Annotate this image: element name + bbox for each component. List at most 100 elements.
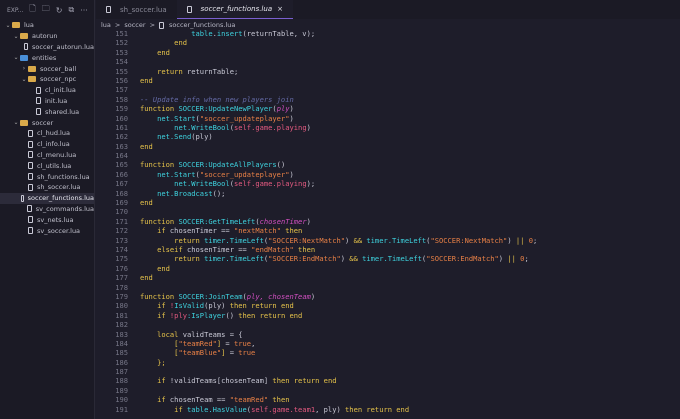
more-icon[interactable]: ··· [80, 6, 88, 15]
breadcrumb-item[interactable]: lua [101, 21, 111, 29]
code-line: 181 if !ply:IsPlayer() then return end [96, 311, 680, 320]
tree-item[interactable]: sh_functions.lua [0, 171, 94, 182]
line-number: 162 [115, 132, 128, 142]
code-token: table [191, 29, 213, 38]
code-line: 185 ["teamBlue"] = true [96, 348, 680, 357]
tree-item[interactable]: shared.lua [0, 106, 94, 117]
code-token: = [225, 348, 239, 358]
code-line: 183 local validTeams = { [96, 330, 680, 339]
tree-item[interactable]: soccer_functions.lua [0, 192, 94, 204]
tree-item-label: soccer_ball [40, 64, 77, 73]
tree-item[interactable]: ⌄ soccer [0, 117, 94, 128]
code-line: 151 table. insert (returnTable, v); [96, 29, 680, 38]
refresh-icon[interactable]: ↻ [56, 6, 63, 15]
code-line: 158 -- Update info when new players join [96, 95, 680, 104]
code-line: 174 elseif chosenTimer == "endMatch" the… [96, 245, 680, 254]
folder-icon [20, 33, 28, 40]
tree-item-label: entities [32, 53, 57, 62]
tree-item[interactable]: sv_nets.lua [0, 214, 94, 225]
code-line: 188 if !validTeams[chosenTeam] then retu… [96, 376, 680, 385]
code-token: elseif [157, 244, 183, 254]
collapse-icon[interactable]: ⧉ [68, 5, 74, 15]
code-token: insert [216, 29, 243, 38]
code-token: return [174, 235, 200, 245]
tree-item[interactable]: › soccer_ball [0, 63, 94, 74]
code-token: && [353, 235, 363, 245]
breadcrumb-item[interactable]: soccer_functions.lua [169, 21, 235, 29]
tree-item[interactable]: cl_init.lua [0, 85, 94, 96]
code-token: ); [306, 179, 316, 189]
chevron-down-icon: ⌄ [13, 32, 19, 40]
code-token: end [157, 47, 170, 57]
tree-item[interactable]: init.lua [0, 96, 94, 107]
close-icon[interactable]: × [277, 5, 283, 13]
code-token: table.HasValue [182, 404, 247, 414]
tab-bar: sh_soccer.lua soccer_functions.lua × [96, 0, 680, 19]
line-number: 165 [115, 160, 128, 170]
tree-item-label: sv_soccer.lua [37, 226, 81, 235]
tree-item[interactable]: cl_hud.lua [0, 128, 94, 139]
code-token: "teamBlue" [178, 348, 222, 358]
code-editor[interactable]: 151 table. insert (returnTable, v); 152 end… [96, 29, 680, 414]
code-line: 180 if ! IsValid (ply) then return end [96, 301, 680, 310]
new-folder-icon[interactable]: 🗀 [42, 3, 50, 17]
file-icon [28, 183, 33, 191]
tree-item[interactable]: ⌄ entities [0, 52, 94, 63]
code-line: 162 net.Send (ply) [96, 132, 680, 141]
code-token: (); [212, 188, 226, 198]
line-number: 188 [115, 376, 128, 386]
code-line: 156 end [96, 76, 680, 85]
tree-item[interactable]: ⌄ autorun [0, 31, 94, 42]
code-token: () [225, 310, 239, 320]
code-line: 168 net.Broadcast (); [96, 189, 680, 198]
tree-item-label: sv_commands.lua [35, 204, 94, 213]
line-number: 186 [115, 357, 128, 367]
code-token: }; [157, 357, 166, 367]
code-token: if [157, 395, 166, 405]
line-number: 156 [115, 75, 128, 85]
code-token: true [233, 338, 252, 348]
code-token: self.game.playing [233, 122, 307, 132]
tab-sh-soccer[interactable]: sh_soccer.lua [96, 0, 177, 19]
tree-item[interactable]: ⌄ lua [0, 20, 94, 31]
code-token: "endMatch" [251, 244, 294, 254]
code-token: :IsPlayer [187, 310, 226, 320]
tree-item[interactable]: sv_commands.lua [0, 204, 94, 215]
code-line: 170 [96, 207, 680, 216]
new-file-icon[interactable]: 🗋 [29, 3, 35, 17]
tree-item[interactable]: cl_info.lua [0, 139, 94, 150]
line-number: 191 [115, 404, 128, 414]
code-token: timer.TimeLeft [362, 235, 427, 245]
folder-icon [28, 65, 36, 72]
breadcrumb-item[interactable]: soccer [124, 21, 145, 29]
code-token: end [140, 198, 153, 208]
line-number: 185 [115, 348, 128, 358]
line-number: 161 [115, 122, 128, 132]
line-number: 172 [115, 226, 128, 236]
code-token: then [280, 226, 303, 236]
line-number: 175 [115, 254, 128, 264]
code-token: ! [165, 301, 175, 311]
tree-item[interactable]: ⌄ soccer_npc [0, 74, 94, 85]
tab-soccer-functions[interactable]: soccer_functions.lua × [176, 0, 293, 19]
chevron-right-icon: › [22, 65, 26, 73]
line-number: 167 [115, 179, 128, 189]
code-token: IsValid [174, 301, 205, 311]
code-token: ) [345, 235, 354, 245]
tree-item[interactable]: cl_utils.lua [0, 160, 94, 171]
tree-item[interactable]: cl_menu.lua [0, 150, 94, 161]
chevron-down-icon: ⌄ [5, 21, 11, 29]
tree-item[interactable]: sv_soccer.lua [0, 225, 94, 236]
file-icon [28, 162, 33, 170]
code-token: chosenTimer == [182, 244, 252, 254]
code-token: self.game.playing [233, 179, 307, 189]
tree-item[interactable]: sh_soccer.lua [0, 182, 94, 193]
chevron-down-icon: ⌄ [13, 54, 19, 62]
tree-item[interactable]: soccer_autorun.lua [0, 42, 94, 53]
